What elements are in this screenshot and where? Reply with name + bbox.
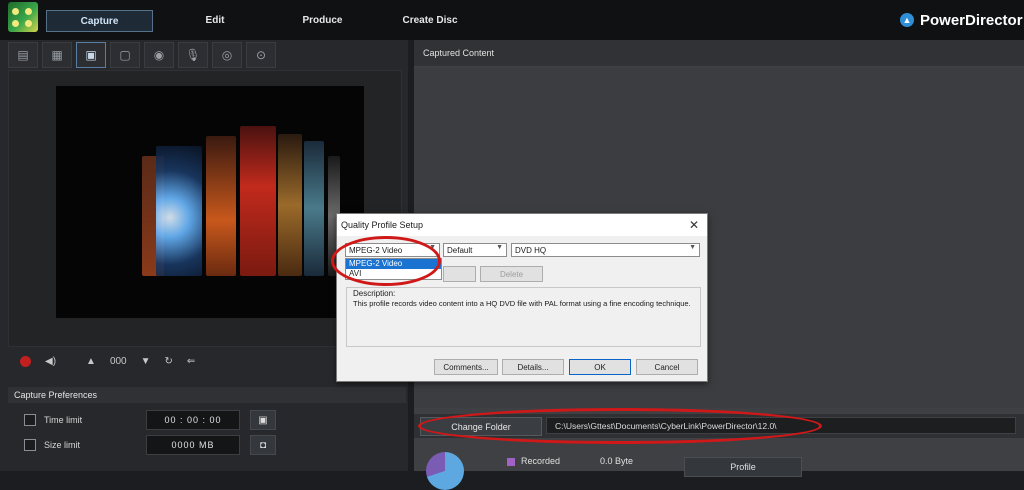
delete-button[interactable]: Delete xyxy=(480,266,543,282)
disk-usage-pie xyxy=(426,452,464,490)
quality-value: DVD HQ xyxy=(515,245,547,255)
app-logo xyxy=(8,2,38,32)
brand-title: ▲ PowerDirector xyxy=(900,10,1023,30)
tab-edit[interactable]: Edit xyxy=(180,10,250,30)
size-limit-checkbox[interactable] xyxy=(24,439,36,451)
webcam-icon[interactable]: ◉ xyxy=(144,42,174,68)
record-icon[interactable] xyxy=(20,355,31,367)
chevron-down-icon: ▼ xyxy=(689,244,696,251)
comments-button[interactable]: Comments... xyxy=(434,359,498,375)
size-limit-row: Size limit 0000 MB ◘ xyxy=(8,434,400,456)
time-limit-field[interactable]: 00 : 00 : 00 xyxy=(146,410,240,430)
dialog-title: Quality Profile Setup xyxy=(337,214,707,236)
cancel-button[interactable]: Cancel xyxy=(636,359,698,375)
details-button[interactable]: Details... xyxy=(502,359,564,375)
rotate-icon[interactable]: ↻ xyxy=(165,356,173,367)
volume-icon[interactable]: ◀) xyxy=(45,356,56,367)
close-icon[interactable]: ✕ xyxy=(687,218,701,232)
profile-type-value: Default xyxy=(447,245,473,255)
description-text: This profile records video content into … xyxy=(353,299,691,308)
profile-button[interactable]: Profile xyxy=(684,457,802,477)
recorded-swatch xyxy=(507,458,515,466)
capture-preferences-header: Capture Preferences xyxy=(8,387,406,403)
tab-produce[interactable]: Produce xyxy=(285,10,360,30)
time-limit-checkbox[interactable] xyxy=(24,414,36,426)
dvd-capture-icon[interactable]: ⊙ xyxy=(246,42,276,68)
tab-capture[interactable]: Capture xyxy=(46,10,153,32)
edit-button[interactable] xyxy=(443,266,476,282)
tv-capture-icon[interactable]: ▣ xyxy=(76,42,106,68)
tab-create-disc[interactable]: Create Disc xyxy=(395,10,465,30)
quality-select[interactable]: DVD HQ ▼ xyxy=(511,243,700,257)
video-preview xyxy=(56,86,364,318)
tv-icon[interactable]: ▣ xyxy=(250,410,276,430)
camcorder-icon[interactable]: ▤ xyxy=(8,42,38,68)
profile-type-select[interactable]: Default ▼ xyxy=(443,243,507,257)
recorded-label: Recorded xyxy=(521,456,561,466)
recorded-value: 0.0 Byte xyxy=(600,456,634,466)
cd-audio-icon[interactable]: ◎ xyxy=(212,42,242,68)
microphone-icon[interactable]: 🎙 xyxy=(178,42,208,68)
size-limit-label: Size limit xyxy=(44,440,81,450)
time-limit-row: Time limit 00 : 00 : 00 ▣ xyxy=(8,409,400,431)
export-icon[interactable]: ⇐ xyxy=(187,356,195,367)
brand-name: PowerDirector xyxy=(920,11,1023,29)
top-bar xyxy=(0,0,1024,40)
capture-device-bar: ▤ ▦ ▣ ▢ ◉ 🎙 ◎ ⊙ xyxy=(8,42,398,68)
time-limit-label: Time limit xyxy=(44,415,83,425)
counter-down-icon[interactable]: ▼ xyxy=(141,356,151,367)
frame-counter: 000 xyxy=(109,355,127,367)
upgrade-icon[interactable]: ▲ xyxy=(900,13,914,27)
highlight-ellipse-folder xyxy=(418,408,822,444)
chevron-down-icon: ▼ xyxy=(496,244,503,251)
highlight-ellipse-format xyxy=(331,236,441,286)
video-camera-icon[interactable]: ▦ xyxy=(42,42,72,68)
size-limit-field[interactable]: 0000 MB xyxy=(146,435,240,455)
description-group: Description: This profile records video … xyxy=(346,287,701,347)
counter-up-icon[interactable]: ▲ xyxy=(86,356,96,367)
description-label: Description: xyxy=(353,289,396,298)
ok-button[interactable]: OK xyxy=(569,359,631,375)
captured-content-header: Captured Content xyxy=(414,40,1024,66)
digital-tv-icon[interactable]: ▢ xyxy=(110,42,140,68)
snapshot-camera-icon[interactable]: ◘ xyxy=(250,435,276,455)
